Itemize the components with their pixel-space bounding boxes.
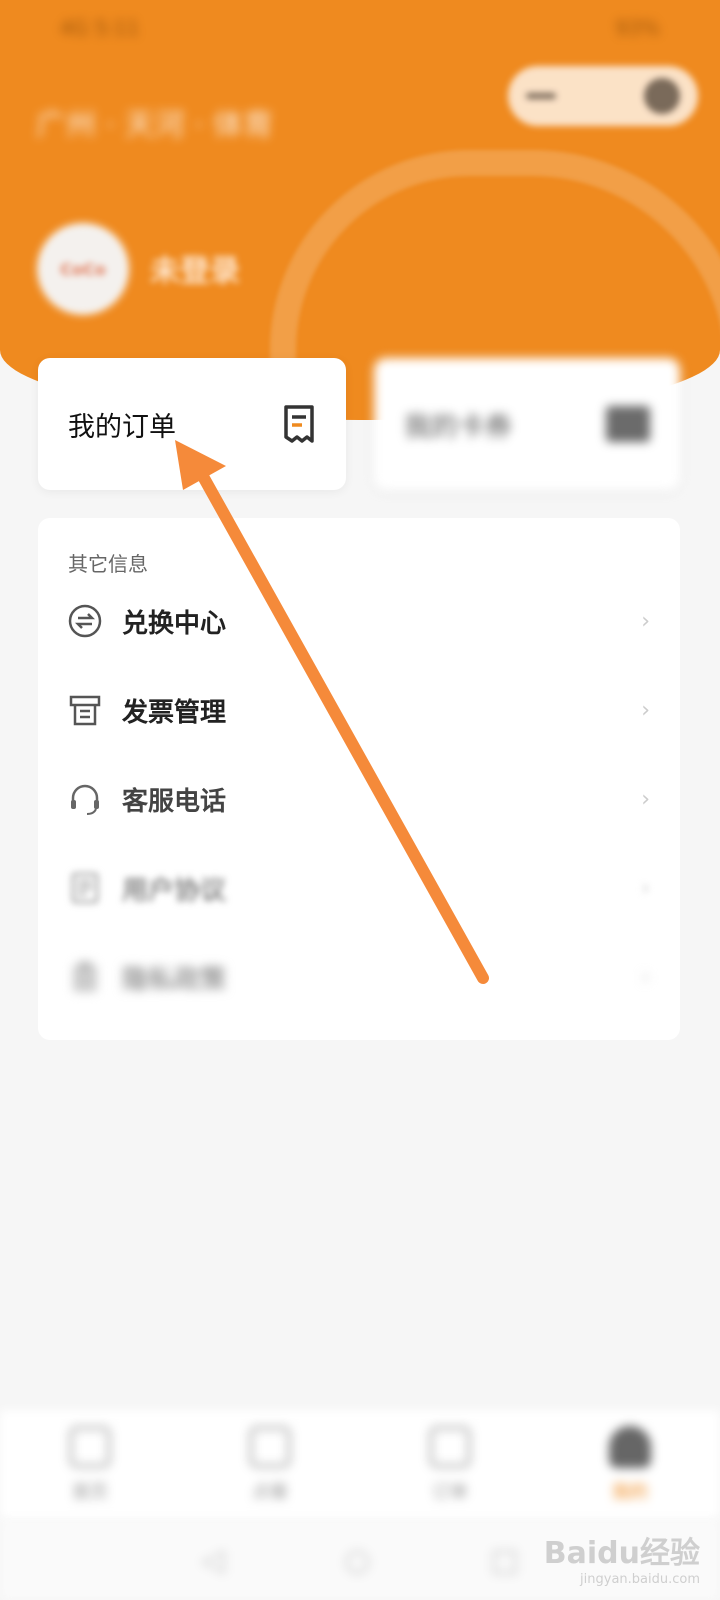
my-coupons-label: 我的卡券 [404, 411, 512, 443]
more-icon[interactable] [526, 93, 556, 99]
menu-item-exchange-center[interactable]: 兑换中心 › [38, 576, 680, 666]
clipboard-icon [73, 962, 97, 992]
headset-icon [71, 784, 99, 815]
order-icon [249, 1426, 291, 1468]
chevron-right-icon: › [641, 875, 650, 901]
receipt-icon [284, 405, 314, 443]
menu-label: 隐私政策 [122, 964, 227, 995]
baidu-watermark: Baidu经验 jingyan.baidu.com [544, 1528, 700, 1587]
menu-label: 兑换中心 [122, 608, 227, 639]
avatar[interactable]: CoCo [38, 224, 128, 314]
watermark-main: Baidu经验 [543, 1536, 700, 1571]
user-icon [609, 1426, 651, 1468]
list-icon [429, 1426, 471, 1468]
invoice-icon [69, 695, 101, 726]
menu-item-user-agreement[interactable]: 用户协议 › [38, 843, 680, 933]
tab-label: 订单 [432, 1482, 468, 1503]
status-right: 93% [615, 16, 660, 40]
header-background [0, 0, 720, 420]
tab-label: 点餐 [252, 1482, 288, 1503]
other-info-panel: 其它信息 兑换中心 › 发票管理 › 客服电话 › 用户协议 › 隐私政策 › [38, 518, 680, 1040]
watermark-sub: jingyan.baidu.com [580, 1572, 700, 1587]
menu-item-customer-service[interactable]: 客服电话 › [38, 754, 680, 844]
home-button-icon[interactable]: ○ [344, 1543, 370, 1578]
my-orders-card[interactable]: 我的订单 [38, 358, 346, 490]
exchange-icon [68, 604, 102, 638]
document-icon [71, 872, 99, 904]
tab-mine[interactable]: 我的 [585, 1426, 675, 1504]
home-icon [69, 1426, 111, 1468]
login-status[interactable]: 未登录 [150, 246, 240, 290]
recents-icon[interactable]: □ [490, 1543, 518, 1578]
tab-order-food[interactable]: 点餐 [225, 1426, 315, 1504]
close-icon[interactable] [644, 78, 680, 114]
tab-label: 我的 [612, 1482, 648, 1503]
bottom-tab-bar: 首页 点餐 订单 我的 [0, 1410, 720, 1520]
my-orders-label: 我的订单 [68, 411, 176, 443]
status-left: 4G 5:11 [60, 16, 140, 40]
menu-label: 客服电话 [122, 786, 227, 817]
coupon-icon [606, 406, 650, 442]
menu-label: 发票管理 [122, 697, 227, 728]
location-label[interactable]: 广州 · 天河 · 体育 [36, 100, 273, 144]
menu-item-invoice-management[interactable]: 发票管理 › [38, 665, 680, 755]
tab-home[interactable]: 首页 [45, 1426, 135, 1504]
tab-orders[interactable]: 订单 [405, 1426, 495, 1504]
my-coupons-card[interactable]: 我的卡券 [374, 358, 680, 490]
menu-item-privacy-policy[interactable]: 隐私政策 › [38, 932, 680, 1022]
mini-program-capsule[interactable] [508, 66, 698, 126]
other-info-title: 其它信息 [68, 552, 148, 576]
chevron-right-icon: › [641, 964, 650, 990]
avatar-logo: CoCo [60, 259, 106, 279]
chevron-right-icon: › [641, 697, 650, 723]
tab-label: 首页 [72, 1482, 108, 1503]
back-icon[interactable]: ◁ [201, 1543, 224, 1578]
status-bar: 4G 5:11 93% [60, 10, 660, 46]
menu-label: 用户协议 [122, 875, 227, 906]
chevron-right-icon: › [641, 608, 650, 634]
chevron-right-icon: › [641, 786, 650, 812]
